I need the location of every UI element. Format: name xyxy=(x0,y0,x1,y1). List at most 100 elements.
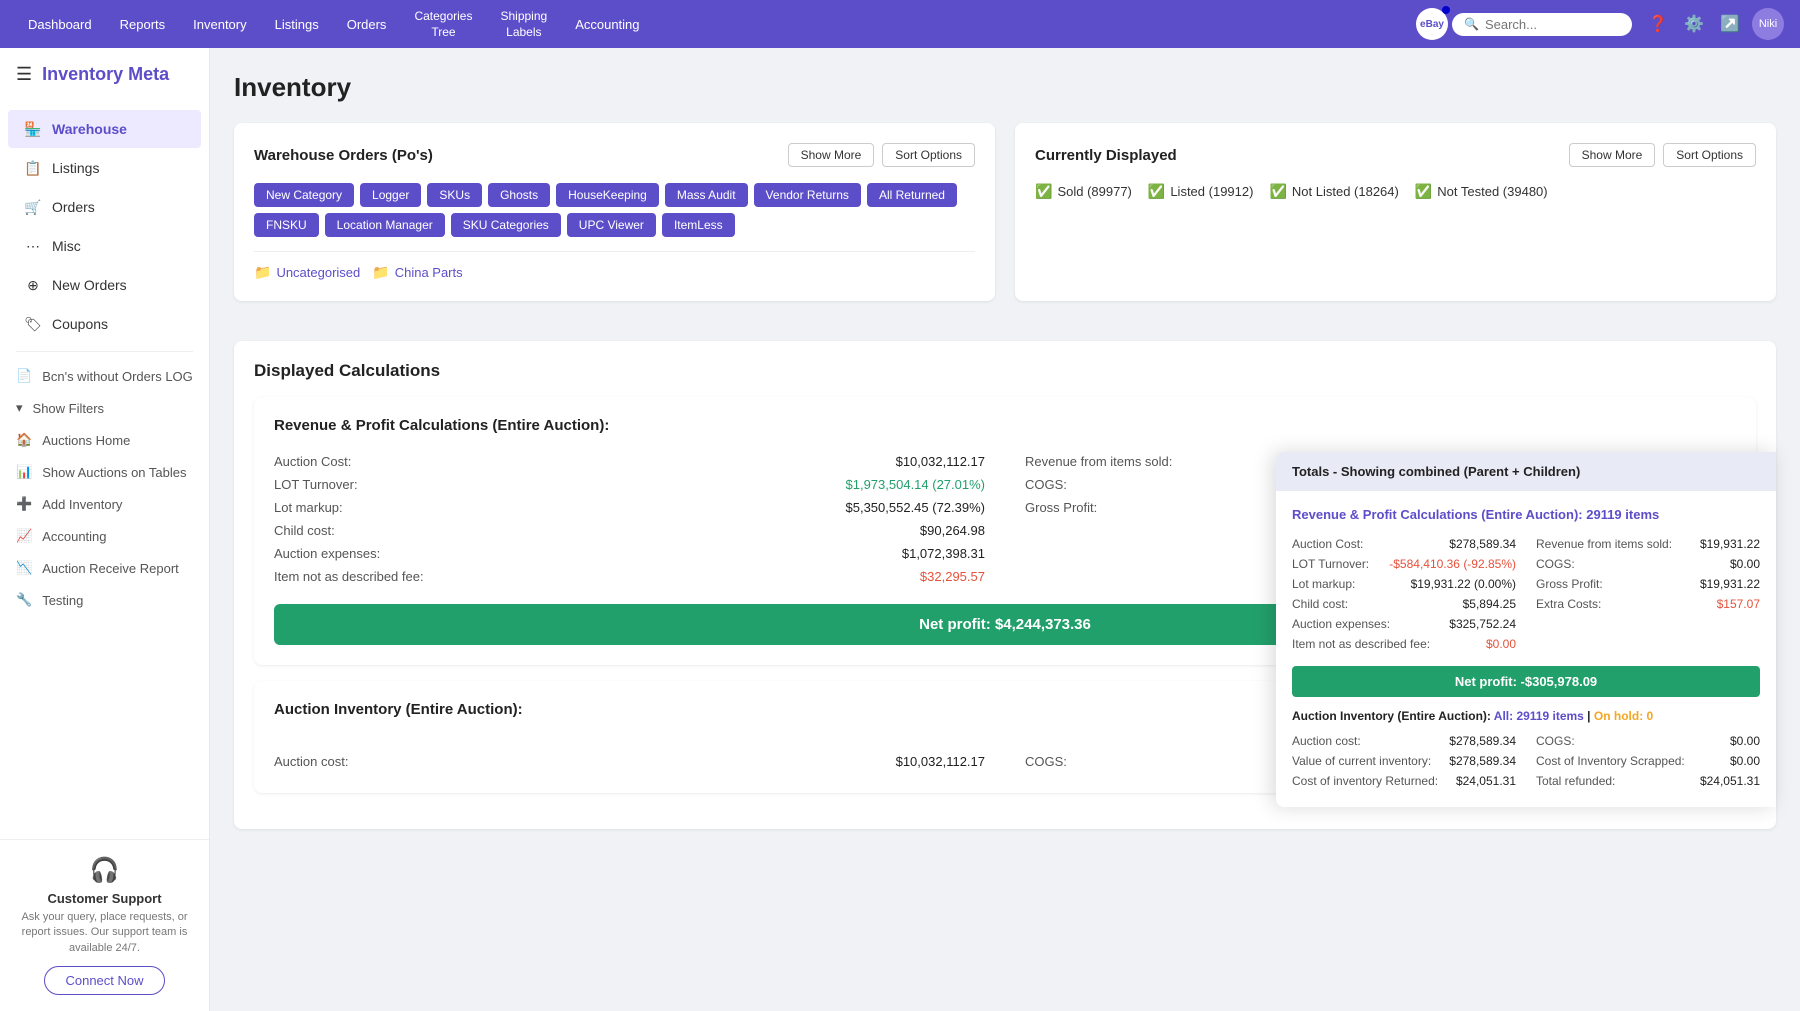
revenue-left-col: Auction Cost: $10,032,112.17 LOT Turnove… xyxy=(274,450,985,588)
display-badges: ✅ Sold (89977) ✅ Listed (19912) ✅ Not Li… xyxy=(1035,183,1756,200)
filter-upc-viewer[interactable]: UPC Viewer xyxy=(567,213,656,237)
warehouse-card-actions: Show More Sort Options xyxy=(788,143,975,167)
sidebar-item-bcns-log[interactable]: 📄 Bcn's without Orders LOG xyxy=(0,360,209,392)
logout-icon[interactable]: ↗️ xyxy=(1716,10,1744,38)
nav-orders[interactable]: Orders xyxy=(335,11,399,38)
filter-new-category[interactable]: New Category xyxy=(254,183,354,207)
support-text: Ask your query, place requests, or repor… xyxy=(16,910,193,956)
sidebar-item-orders[interactable]: 🛒 Orders xyxy=(8,188,201,226)
badge-not-tested: ✅ Not Tested (39480) xyxy=(1415,183,1548,200)
nav-inventory[interactable]: Inventory xyxy=(181,11,258,38)
overlay-right-row-0: Revenue from items sold: $19,931.22 xyxy=(1536,534,1760,554)
warehouse-card-title: Warehouse Orders (Po's) xyxy=(254,147,433,164)
sidebar-item-listings[interactable]: 📋 Listings xyxy=(8,149,201,187)
search-icon: 🔍 xyxy=(1464,17,1479,31)
filter-sku-categories[interactable]: SKU Categories xyxy=(451,213,561,237)
sidebar-divider xyxy=(16,351,193,352)
uncategorised-link[interactable]: 📁 Uncategorised xyxy=(254,264,360,281)
sidebar-item-testing[interactable]: 🔧 Testing xyxy=(0,584,209,616)
filter-ghosts[interactable]: Ghosts xyxy=(488,183,550,207)
overlay-auction-title: Auction Inventory (Entire Auction): All:… xyxy=(1292,709,1760,723)
support-title: Customer Support xyxy=(16,891,193,906)
check-icon-sold: ✅ xyxy=(1035,183,1052,200)
revenue-profit-title: Revenue & Profit Calculations (Entire Au… xyxy=(274,417,1736,434)
overlay-left-col: Auction Cost: $278,589.34 LOT Turnover: … xyxy=(1292,534,1516,654)
nav-shipping-labels[interactable]: ShippingLabels xyxy=(488,2,559,45)
calc-row-auction-cost: Auction Cost: $10,032,112.17 xyxy=(274,450,985,473)
auction-inventory-title: Auction Inventory (Entire Auction): xyxy=(274,701,523,718)
displayed-sort-options-btn[interactable]: Sort Options xyxy=(1663,143,1756,167)
user-avatar[interactable]: Niki xyxy=(1752,8,1784,40)
sidebar-item-auctions-home[interactable]: 🏠 Auctions Home xyxy=(0,424,209,456)
settings-icon[interactable]: ⚙️ xyxy=(1680,10,1708,38)
filter-location-manager[interactable]: Location Manager xyxy=(325,213,445,237)
displayed-show-more-btn[interactable]: Show More xyxy=(1569,143,1656,167)
warehouse-card-header: Warehouse Orders (Po's) Show More Sort O… xyxy=(254,143,975,167)
currently-displayed-card: Currently Displayed Show More Sort Optio… xyxy=(1015,123,1776,301)
folder-icon-china-parts: 📁 xyxy=(372,264,389,281)
new-orders-icon: ⊕ xyxy=(24,276,42,294)
filter-vendor-returns[interactable]: Vendor Returns xyxy=(754,183,861,207)
calc-row-auction-cost-2: Auction cost: $10,032,112.17 xyxy=(274,750,985,773)
sidebar-item-accounting[interactable]: 📈 Accounting xyxy=(0,520,209,552)
china-parts-link[interactable]: 📁 China Parts xyxy=(372,264,462,281)
filter-all-returned[interactable]: All Returned xyxy=(867,183,957,207)
warehouse-sort-options-btn[interactable]: Sort Options xyxy=(882,143,975,167)
overlay-all-items[interactable]: All: 29119 items xyxy=(1494,709,1587,723)
sidebar-item-new-orders[interactable]: ⊕ New Orders xyxy=(8,266,201,304)
filter-fnsku[interactable]: FNSKU xyxy=(254,213,319,237)
sidebar-item-coupons[interactable]: 🏷 Coupons xyxy=(8,305,201,343)
overlay-row-1: LOT Turnover: -$584,410.36 (-92.85%) xyxy=(1292,554,1516,574)
listings-icon: 📋 xyxy=(24,159,42,177)
calc-row-lot-markup: Lot markup: $5,350,552.45 (72.39%) xyxy=(274,496,985,519)
nav-accounting[interactable]: Accounting xyxy=(563,11,651,38)
hamburger-menu[interactable]: ☰ xyxy=(16,64,32,85)
filter-itemless[interactable]: ItemLess xyxy=(662,213,735,237)
connect-now-button[interactable]: Connect Now xyxy=(44,966,164,995)
currently-displayed-title: Currently Displayed xyxy=(1035,147,1177,164)
accounting-icon: 📈 xyxy=(16,528,32,544)
overlay-right-row-2: Gross Profit: $19,931.22 xyxy=(1536,574,1760,594)
search-input[interactable] xyxy=(1485,17,1620,32)
overlay-row-2: Lot markup: $19,931.22 (0.00%) xyxy=(1292,574,1516,594)
filter-housekeeping[interactable]: HouseKeeping xyxy=(556,183,659,207)
search-bar[interactable]: 🔍 xyxy=(1452,13,1632,36)
overlay-auction-row-1: Value of current inventory: $278,589.34 xyxy=(1292,751,1516,771)
nav-reports[interactable]: Reports xyxy=(108,11,178,38)
nav-listings[interactable]: Listings xyxy=(263,11,331,38)
badge-not-listed: ✅ Not Listed (18264) xyxy=(1269,183,1398,200)
sidebar-item-auction-report[interactable]: 📉 Auction Receive Report xyxy=(0,552,209,584)
sidebar-item-warehouse[interactable]: 🏪 Warehouse xyxy=(8,110,201,148)
nav-categories-tree[interactable]: CategoriesTree xyxy=(402,2,484,45)
auction-report-icon: 📉 xyxy=(16,560,32,576)
filter-logger[interactable]: Logger xyxy=(360,183,421,207)
sidebar-brand: Inventory Meta xyxy=(42,64,169,85)
filter-mass-audit[interactable]: Mass Audit xyxy=(665,183,748,207)
calc-row-item-fee: Item not as described fee: $32,295.57 xyxy=(274,565,985,588)
support-icon: 🎧 xyxy=(16,856,193,885)
card-divider xyxy=(254,251,975,252)
support-section: 🎧 Customer Support Ask your query, place… xyxy=(0,839,209,1011)
sidebar: ☰ Inventory Meta 🏪 Warehouse 📋 Listings … xyxy=(0,48,210,1011)
main-content: Inventory Warehouse Orders (Po's) Show M… xyxy=(210,48,1800,1011)
sidebar-item-misc[interactable]: ⋯ Misc xyxy=(8,227,201,265)
overlay-auction-right-row-2: Total refunded: $24,051.31 xyxy=(1536,771,1760,791)
overlay-subtitle: Revenue & Profit Calculations (Entire Au… xyxy=(1292,507,1760,522)
category-links: 📁 Uncategorised 📁 China Parts xyxy=(254,264,975,281)
help-icon[interactable]: ❓ xyxy=(1644,10,1672,38)
orders-icon: 🛒 xyxy=(24,198,42,216)
ebay-button[interactable]: eBay xyxy=(1416,8,1448,40)
sidebar-item-auctions-tables[interactable]: 📊 Show Auctions on Tables xyxy=(0,456,209,488)
overlay-auction-row-0: Auction cost: $278,589.34 xyxy=(1292,731,1516,751)
sidebar-item-show-filters[interactable]: ▾ Show Filters xyxy=(0,392,209,424)
check-icon-not-tested: ✅ xyxy=(1415,183,1432,200)
nav-dashboard[interactable]: Dashboard xyxy=(16,11,104,38)
warehouse-show-more-btn[interactable]: Show More xyxy=(788,143,875,167)
overlay-net-profit-bar: Net profit: -$305,978.09 xyxy=(1292,666,1760,697)
calc-row-auction-expenses: Auction expenses: $1,072,398.31 xyxy=(274,542,985,565)
calculations-title: Displayed Calculations xyxy=(254,361,1756,381)
sidebar-item-add-inventory[interactable]: ➕ Add Inventory xyxy=(0,488,209,520)
filter-skus[interactable]: SKUs xyxy=(427,183,482,207)
overlay-items-link[interactable]: 29119 items xyxy=(1586,507,1659,522)
warehouse-icon: 🏪 xyxy=(24,120,42,138)
